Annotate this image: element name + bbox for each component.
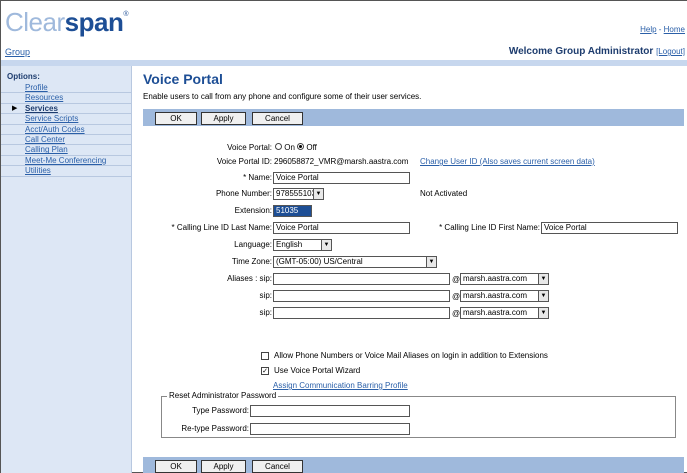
extension-input[interactable]: 51035 [273, 205, 312, 217]
language-select[interactable]: English ▼ [273, 239, 332, 251]
sidebar-item-label[interactable]: Services [25, 104, 58, 113]
clid-last-name-input[interactable]: Voice Portal [273, 222, 410, 234]
voice-portal-on-radio[interactable] [275, 143, 282, 151]
sidebar: Options: Profile Resources ▶ Services Servic… [1, 66, 132, 473]
main-content: Voice Portal Enable users to call from a… [133, 66, 687, 473]
voice-portal-id-label: Voice Portal ID: [216, 157, 272, 166]
change-user-id-link[interactable]: Change User ID (Also saves current scree… [420, 156, 595, 168]
home-link[interactable]: Home [664, 25, 685, 34]
sidebar-item-label[interactable]: Profile [25, 83, 48, 92]
sidebar-item-label[interactable]: Resources [25, 93, 63, 102]
extension-label: Extension: [234, 206, 272, 215]
chevron-down-icon: ▼ [538, 291, 548, 301]
chevron-down-icon: ▼ [321, 240, 331, 250]
use-wizard-checkbox[interactable]: ✓ [261, 367, 269, 375]
sidebar-item-label[interactable]: Acct/Auth Codes [25, 125, 85, 134]
sidebar-item-label[interactable]: Call Center [25, 135, 65, 144]
page-title: Voice Portal [143, 71, 223, 87]
alias-2-at: @ [452, 292, 461, 301]
retype-password-label: Re-type Password: [181, 424, 249, 433]
type-password-input[interactable] [250, 405, 410, 417]
sidebar-item-service-scripts[interactable]: Service Scripts [1, 114, 132, 125]
sidebar-item-label[interactable]: Service Scripts [25, 114, 78, 123]
name-label: * Name: [243, 173, 272, 182]
aliases-label: Aliases : sip: [227, 274, 272, 283]
bottom-button-bar: OK Apply Cancel [143, 457, 684, 473]
timezone-label: Time Zone: [231, 257, 272, 266]
timezone-select[interactable]: (GMT-05:00) US/Central ▼ [273, 256, 437, 268]
phone-number-select[interactable]: 9785551035 ▼ [273, 188, 324, 200]
sidebar-item-label[interactable]: Meet-Me Conferencing [25, 156, 106, 165]
voice-portal-off-radio[interactable] [297, 143, 305, 151]
sidebar-item-calling-plan[interactable]: Calling Plan [1, 145, 132, 156]
sidebar-item-meet-me-conferencing[interactable]: Meet-Me Conferencing [1, 156, 132, 167]
chevron-down-icon: ▼ [313, 189, 323, 199]
voice-portal-id-value: 296058872_VMR@marsh.aastra.com [274, 157, 409, 166]
sip-2-label: sip: [259, 291, 272, 300]
cancel-button-bottom[interactable]: Cancel [252, 460, 303, 473]
retype-password-input[interactable] [250, 423, 410, 435]
sidebar-item-profile[interactable]: Profile [1, 83, 132, 94]
allow-aliases-checkbox[interactable] [261, 352, 269, 360]
alias-2-input[interactable] [273, 290, 450, 302]
sidebar-menu: Profile Resources ▶ Services Service Scripts… [1, 83, 132, 177]
alias-1-at: @ [452, 275, 461, 284]
alias-2-domain-select[interactable]: marsh.aastra.com ▼ [460, 290, 549, 302]
activation-status: Not Activated [420, 189, 468, 198]
clid-first-name-input[interactable]: Voice Portal [541, 222, 678, 234]
sidebar-item-utilities[interactable]: Utilities [1, 166, 132, 177]
chevron-down-icon: ▼ [426, 257, 436, 267]
cancel-button[interactable]: Cancel [252, 112, 303, 125]
phone-number-label: Phone Number: [215, 189, 272, 198]
clid-last-name-label: * Calling Line ID Last Name: [171, 223, 273, 232]
sidebar-item-call-center[interactable]: Call Center [1, 135, 132, 146]
voice-portal-radios: On Off [275, 142, 317, 154]
welcome-text: Welcome Group Administrator [Logout] [508, 46, 685, 57]
help-links: Help - Home [640, 25, 685, 34]
use-wizard-label: Use Voice Portal Wizard [274, 366, 361, 375]
alias-1-input[interactable] [273, 273, 450, 285]
sidebar-item-acct-auth-codes[interactable]: Acct/Auth Codes [1, 125, 132, 135]
ok-button-bottom[interactable]: OK [155, 460, 197, 473]
allow-aliases-label: Allow Phone Numbers or Voice Mail Aliase… [274, 351, 548, 360]
voice-portal-label: Voice Portal: [227, 143, 272, 152]
group-link[interactable]: Group [5, 47, 30, 57]
name-input[interactable]: Voice Portal [273, 172, 410, 184]
page-description: Enable users to call from any phone and … [143, 92, 422, 101]
header: Clearspan® Help - Home Group Welcome Gro… [1, 1, 687, 59]
options-title: Options: [7, 72, 40, 81]
assign-barring-profile-link[interactable]: Assign Communication Barring Profile [273, 380, 408, 392]
sidebar-item-services[interactable]: ▶ Services [1, 104, 132, 115]
apply-button[interactable]: Apply [201, 112, 246, 125]
sidebar-item-label[interactable]: Calling Plan [25, 145, 68, 154]
top-button-bar: OK Apply Cancel [143, 109, 684, 126]
clid-first-name-label: * Calling Line ID First Name: [439, 223, 540, 232]
chevron-down-icon: ▼ [538, 274, 548, 284]
clearspan-logo: Clearspan® [5, 7, 128, 37]
alias-3-domain-select[interactable]: marsh.aastra.com ▼ [460, 307, 549, 319]
sidebar-item-label[interactable]: Utilities [25, 166, 51, 175]
alias-1-domain-select[interactable]: marsh.aastra.com ▼ [460, 273, 549, 285]
alias-3-at: @ [452, 309, 461, 318]
alias-3-input[interactable] [273, 307, 450, 319]
sip-3-label: sip: [259, 308, 272, 317]
apply-button-bottom[interactable]: Apply [201, 460, 246, 473]
logout-link[interactable]: [Logout] [656, 47, 685, 56]
sidebar-item-resources[interactable]: Resources [1, 93, 132, 104]
chevron-down-icon: ▼ [538, 308, 548, 318]
reset-password-title: Reset Administrator Password [167, 391, 279, 401]
voice-portal-form: Voice Portal: On Off Voice Portal ID: 29… [143, 130, 684, 457]
type-password-label: Type Password: [192, 406, 249, 415]
active-arrow-icon: ▶ [12, 104, 18, 112]
help-link[interactable]: Help [640, 25, 656, 34]
language-label: Language: [234, 240, 272, 249]
ok-button[interactable]: OK [155, 112, 197, 125]
